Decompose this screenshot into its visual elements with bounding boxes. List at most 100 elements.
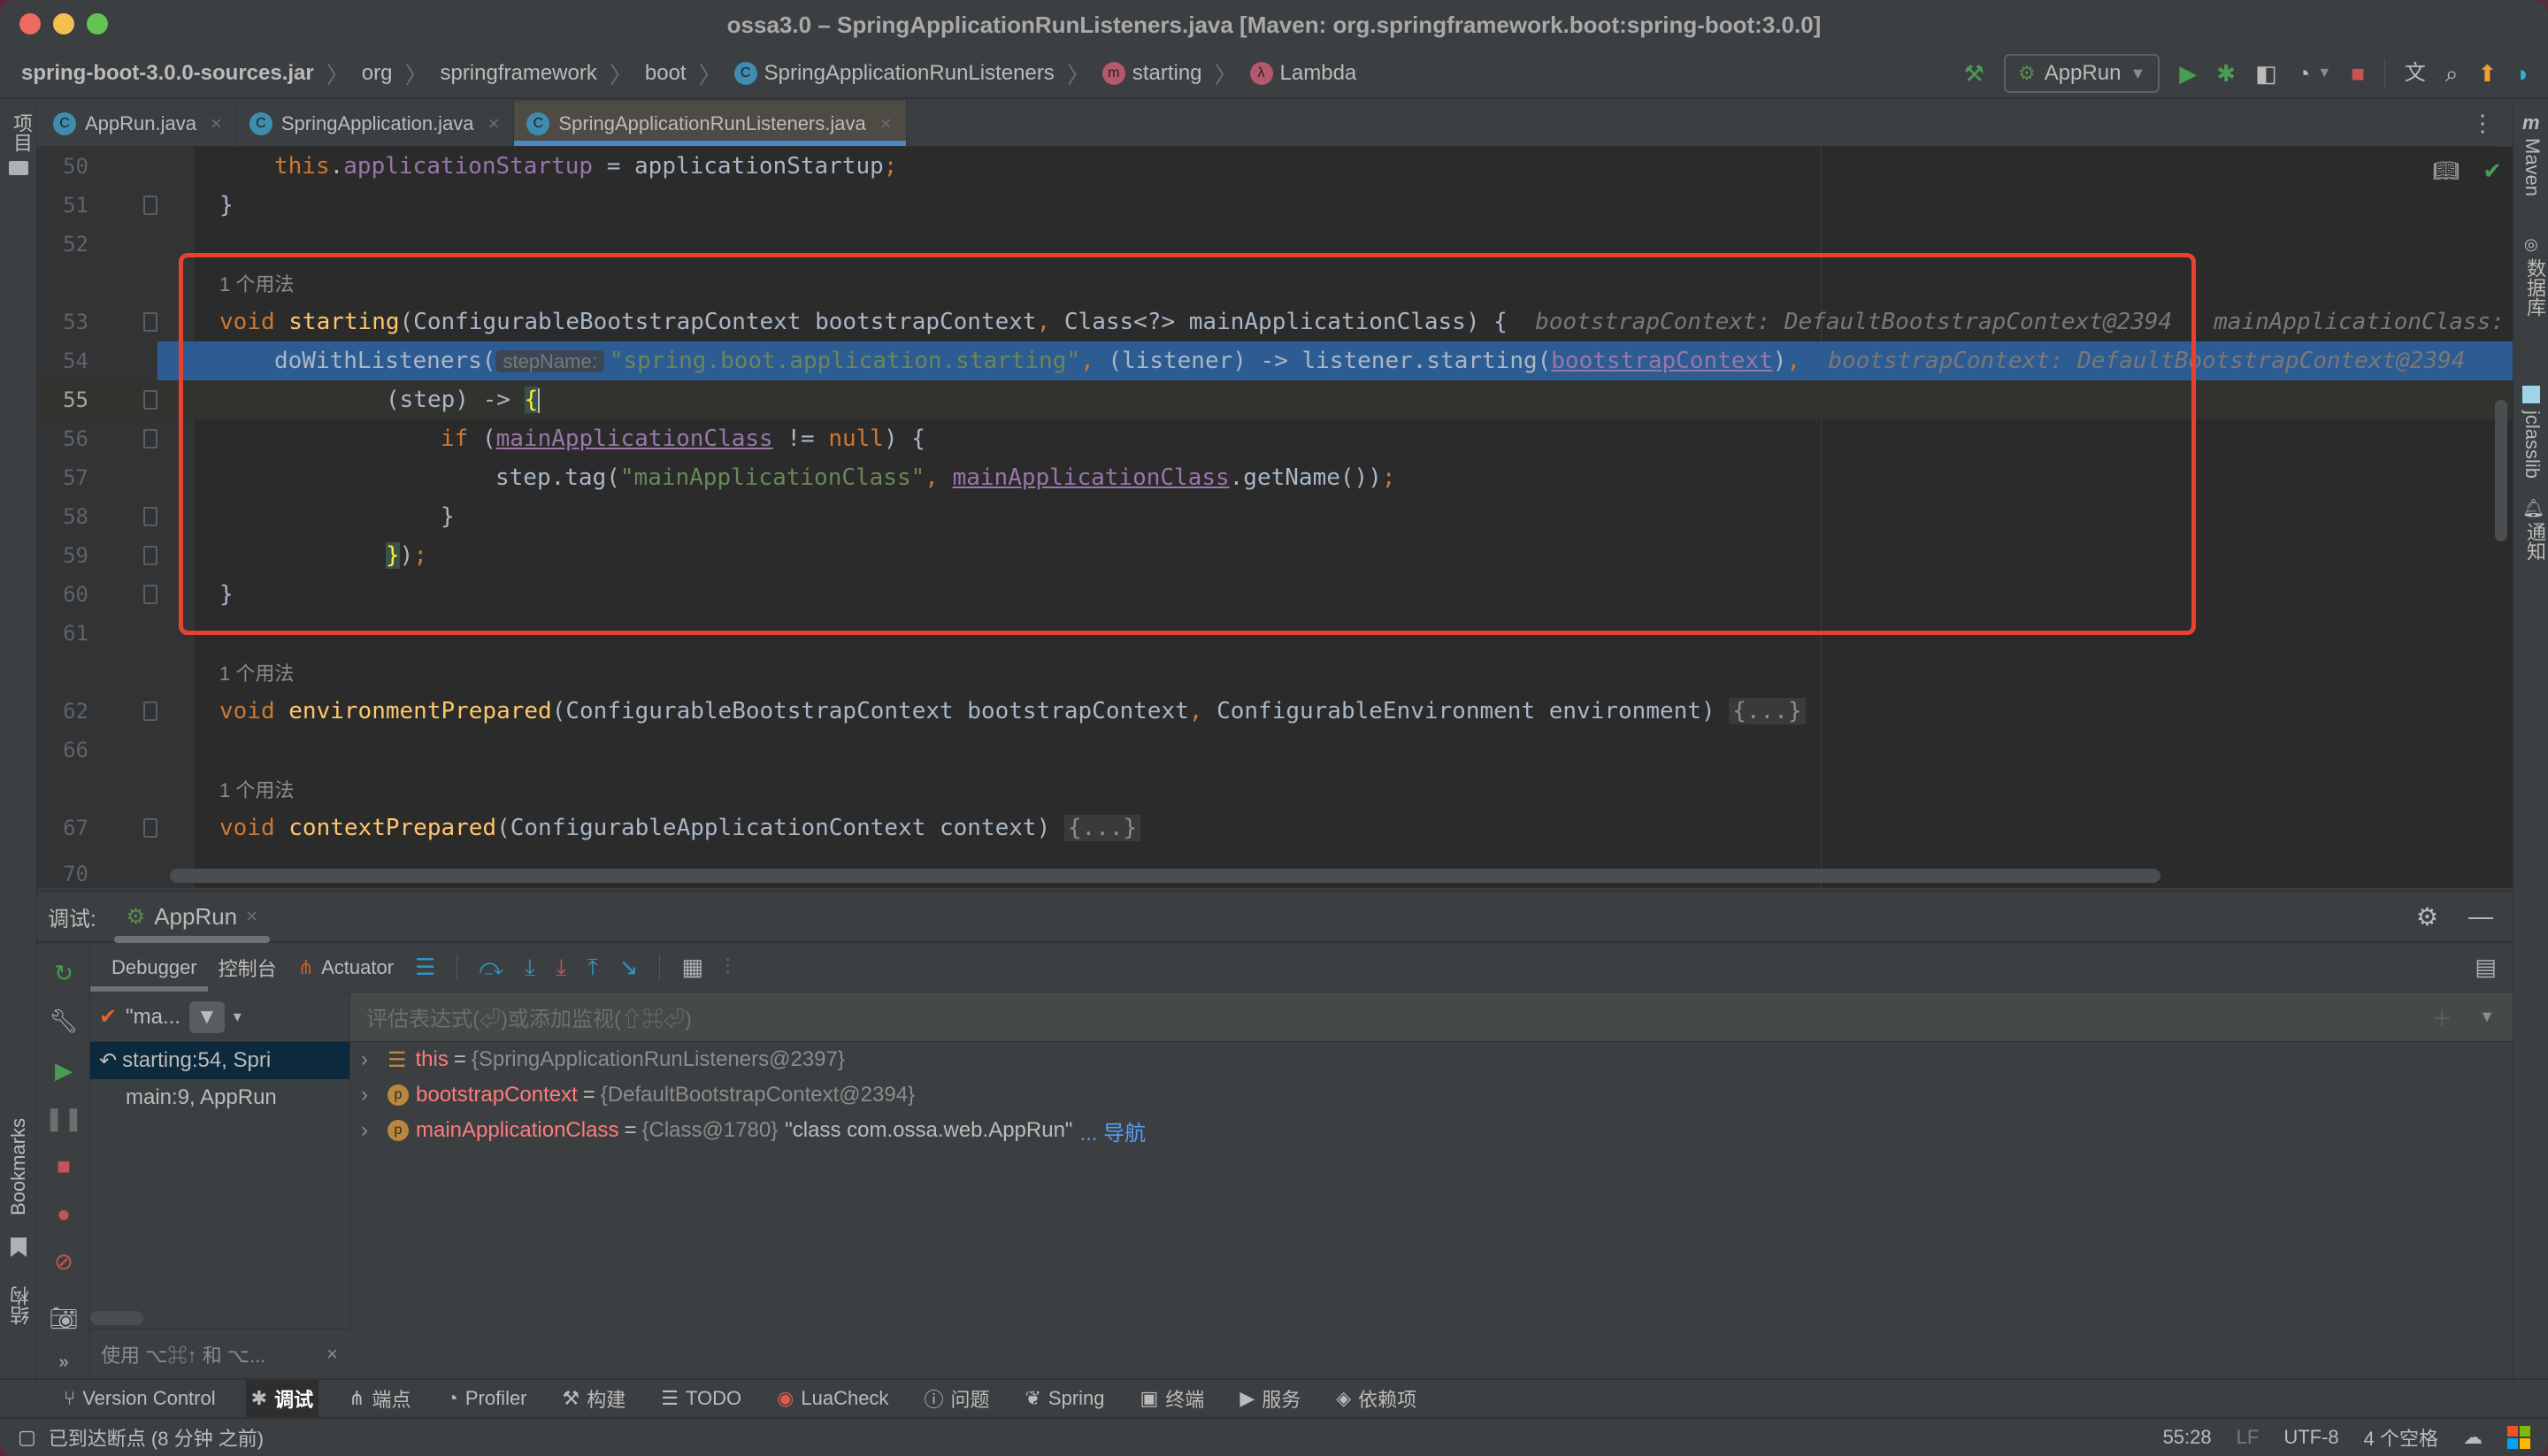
bookmarks-tool-button[interactable]: Bookmarks	[7, 1118, 30, 1215]
expand-chevron-icon[interactable]: ›	[361, 1118, 388, 1143]
show-execution-point-icon[interactable]: ☰	[415, 954, 435, 981]
frames-scrollbar[interactable]	[90, 1311, 143, 1325]
tab-debugger[interactable]: Debugger	[90, 943, 208, 992]
navigate-link[interactable]: ... 导航	[1079, 1115, 1146, 1146]
horizontal-scrollbar[interactable]	[170, 869, 2160, 883]
expand-chevron-icon[interactable]: ›	[361, 1047, 388, 1072]
profile-icon[interactable]: ◔	[2297, 62, 2311, 85]
step-out-icon[interactable]: ⤒	[587, 954, 598, 982]
view-breakpoints-icon[interactable]: ●	[50, 1199, 78, 1228]
chevron-down-icon[interactable]: ▾	[234, 1008, 242, 1026]
step-over-icon[interactable]: ⤼	[479, 954, 503, 982]
tab-apprun[interactable]: C AppRun.java ×	[41, 101, 237, 146]
file-encoding[interactable]: UTF-8	[2283, 1426, 2338, 1449]
fold-marker-icon[interactable]	[143, 507, 157, 526]
evaluate-expression-input[interactable]: 评估表达式(⏎)或添加监视(⇧⌘⏎) ＋ ▼	[350, 992, 2513, 1042]
add-watch-icon[interactable]: ＋	[2431, 1001, 2452, 1032]
mute-breakpoints-icon[interactable]: ⊘	[50, 1247, 78, 1276]
usage-hint[interactable]: 1 个用法	[219, 775, 294, 803]
tab-spring-application-run-listeners[interactable]: C SpringApplicationRunListeners.java ×	[514, 101, 907, 146]
variable-row[interactable]: › ☰ this = {SpringApplicationRunListener…	[350, 1042, 2513, 1077]
evaluate-expression-icon[interactable]: ▦	[681, 954, 703, 981]
fold-marker-icon[interactable]	[143, 429, 157, 448]
translate-icon[interactable]: 文	[2405, 63, 2426, 84]
tool-dependencies[interactable]: ◈ 依赖项	[1331, 1380, 1422, 1417]
gear-icon[interactable]: ⚙	[2416, 902, 2438, 931]
indent-setting[interactable]: 4 个空格	[2364, 1423, 2438, 1452]
code-editor[interactable]: 📖︎ ✔ 50 this.applicationStartup = applic…	[37, 147, 2513, 888]
plugin-icon[interactable]: ◗	[2516, 62, 2530, 85]
microsoft-logo-icon[interactable]	[2507, 1426, 2530, 1449]
line-separator[interactable]: LF	[2237, 1426, 2260, 1449]
fold-marker-icon[interactable]	[143, 701, 157, 721]
close-hint-icon[interactable]: ×	[326, 1343, 338, 1366]
tool-endpoints[interactable]: ⋔ 端点	[343, 1380, 416, 1417]
tool-profiler[interactable]: ◔ Profiler	[441, 1380, 533, 1417]
tab-actuator[interactable]: ⋔ Actuator	[298, 943, 394, 992]
cloud-settings-icon[interactable]: ☁	[2463, 1426, 2483, 1449]
filter-icon[interactable]: ▼	[188, 1000, 225, 1033]
tool-services[interactable]: ▶ 服务	[1234, 1380, 1306, 1417]
tool-luacheck[interactable]: ◉ LuaCheck	[771, 1380, 894, 1417]
debug-session-tab[interactable]: ⚙ AppRun ×	[113, 892, 271, 943]
force-step-into-icon[interactable]: ⤓	[556, 954, 567, 982]
breadcrumb-boot[interactable]: boot	[645, 61, 687, 86]
camera-icon[interactable]: 📷︎	[50, 1304, 79, 1332]
tab-spring-application[interactable]: C SpringApplication.java ×	[237, 101, 515, 146]
modify-config-wrench-icon[interactable]: 🔧︎	[50, 1007, 79, 1035]
tool-terminal[interactable]: ▣ 终端	[1135, 1380, 1210, 1417]
structure-tool-button[interactable]: 结构	[7, 1286, 35, 1325]
tool-version-control[interactable]: ⑂ Version Control	[58, 1380, 221, 1417]
layout-settings-icon[interactable]: ▤	[2475, 954, 2497, 981]
breadcrumb-class[interactable]: C SpringApplicationRunListeners	[733, 61, 1055, 86]
stop-icon[interactable]: ■	[2351, 62, 2365, 85]
thread-selector[interactable]: "ma...	[126, 1005, 180, 1030]
close-tab-icon[interactable]: ×	[246, 905, 257, 928]
debug-icon[interactable]: ✱	[2216, 62, 2236, 85]
chevron-down-icon[interactable]: ▼	[2317, 66, 2331, 80]
breadcrumb-org[interactable]: org	[362, 61, 393, 86]
more-actions-icon[interactable]: »	[50, 1348, 78, 1376]
run-to-cursor-icon[interactable]: ↘	[619, 954, 639, 981]
run-icon[interactable]: ▶	[2179, 62, 2197, 85]
chevron-down-icon[interactable]: ▼	[2479, 1008, 2495, 1026]
folded-region[interactable]: {...}	[1729, 698, 1806, 724]
usage-hint[interactable]: 1 个用法	[219, 269, 294, 297]
resume-icon[interactable]: ▶	[50, 1056, 78, 1084]
zoom-window-button[interactable]	[87, 13, 108, 34]
coverage-icon[interactable]: ◧	[2255, 62, 2277, 85]
breadcrumb-springframework[interactable]: springframework	[440, 61, 596, 86]
jclasslib-tool-button[interactable]: jclasslib	[2521, 410, 2544, 479]
build-hammer-icon[interactable]: ⚒	[1964, 62, 1984, 85]
tool-debug[interactable]: ✱ 调试	[245, 1380, 319, 1417]
tool-problems[interactable]: ⓘ 问题	[918, 1380, 994, 1417]
tool-spring[interactable]: ❦ Spring	[1019, 1380, 1109, 1417]
notifications-tool-button[interactable]: 通知	[2521, 522, 2548, 561]
tool-todo[interactable]: ☰ TODO	[656, 1380, 747, 1417]
close-tab-icon[interactable]: ×	[211, 112, 222, 135]
breadcrumb-lambda[interactable]: λ Lambda	[1249, 61, 1356, 86]
stack-frame[interactable]: main:9, AppRun	[90, 1079, 349, 1116]
folded-region[interactable]: {...}	[1063, 815, 1141, 841]
run-configuration-selector[interactable]: ⚙ AppRun ▼	[2003, 54, 2160, 93]
status-message[interactable]: 已到达断点 (8 分钟 之前)	[49, 1423, 264, 1452]
database-tool-button[interactable]: 数据库	[2521, 258, 2548, 317]
variable-row[interactable]: › p mainApplicationClass = {Class@1780} …	[350, 1113, 2513, 1148]
more-tabs-icon[interactable]: ⋮	[2465, 101, 2500, 146]
fold-marker-icon[interactable]	[143, 546, 157, 565]
stop-icon[interactable]: ■	[50, 1152, 78, 1180]
maven-tool-button[interactable]: Maven	[2521, 138, 2544, 196]
pause-icon[interactable]: ❚❚	[44, 1104, 83, 1132]
step-into-icon[interactable]: ⤓	[525, 954, 535, 982]
close-tab-icon[interactable]: ×	[880, 112, 892, 135]
breadcrumb-jar[interactable]: spring-boot-3.0.0-sources.jar	[21, 61, 314, 86]
expand-chevron-icon[interactable]: ›	[361, 1083, 388, 1107]
minimize-window-button[interactable]	[53, 13, 74, 34]
fold-marker-icon[interactable]	[143, 585, 157, 604]
vertical-scrollbar[interactable]	[2495, 400, 2507, 541]
close-tab-icon[interactable]: ×	[488, 112, 500, 135]
update-icon[interactable]: ⬆	[2477, 62, 2497, 85]
breadcrumb-method[interactable]: m starting	[1101, 61, 1202, 86]
toggle-tool-windows-icon[interactable]: ▢	[18, 1426, 36, 1449]
fold-marker-icon[interactable]	[143, 818, 157, 838]
